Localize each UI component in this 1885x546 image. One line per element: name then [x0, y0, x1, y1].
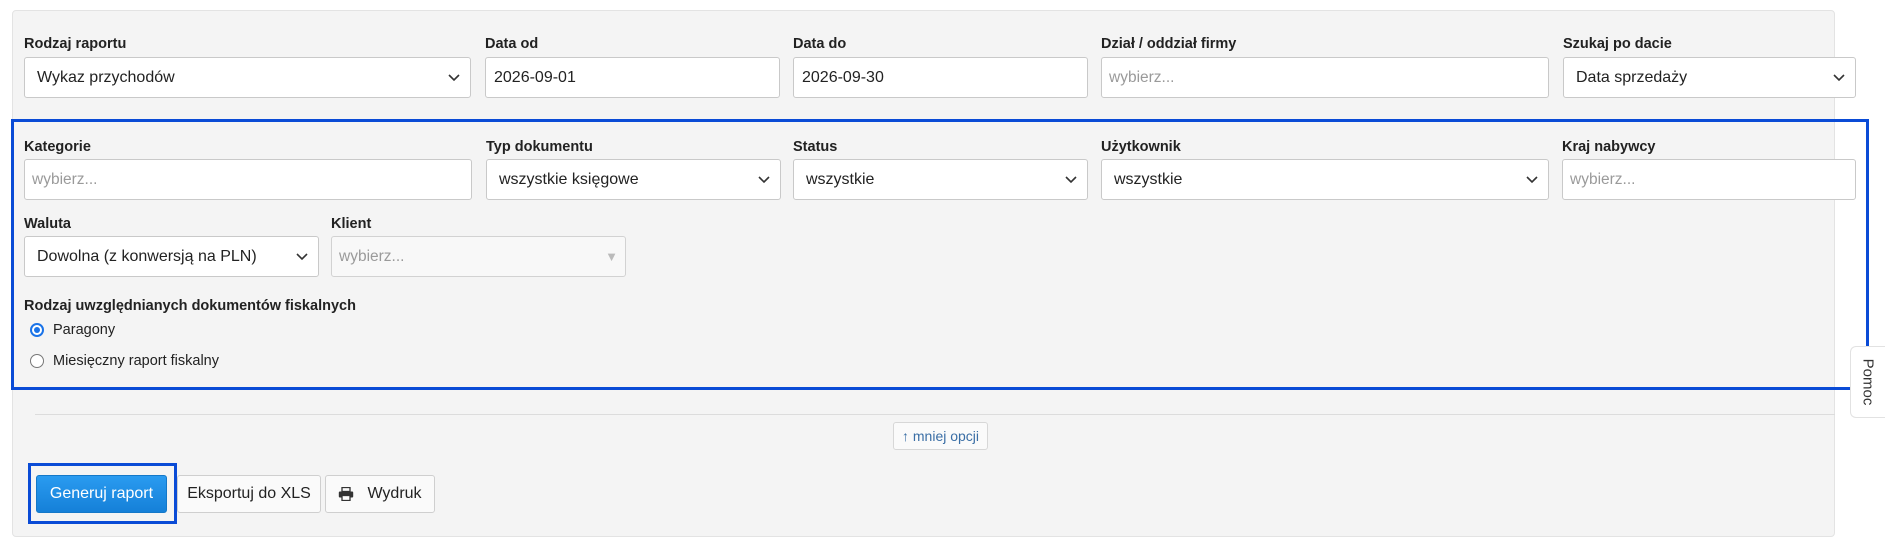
- buyer-country-input[interactable]: wybierz...: [1562, 159, 1856, 200]
- status-select[interactable]: wszystkie: [793, 159, 1088, 200]
- chevron-down-icon: [1526, 160, 1538, 199]
- buyer-country-label: Kraj nabywcy: [1562, 139, 1656, 155]
- client-placeholder: wybierz...: [339, 248, 405, 265]
- currency-value: Dowolna (z konwersją na PLN): [37, 248, 257, 265]
- report-type-label: Rodzaj raportu: [24, 36, 127, 52]
- currency-select[interactable]: Dowolna (z konwersją na PLN): [24, 236, 319, 277]
- client-input[interactable]: wybierz... ▼: [331, 236, 626, 277]
- print-button-label: Wydruk: [367, 485, 422, 502]
- search-by-date-select[interactable]: Data sprzedaży: [1563, 57, 1856, 98]
- chevron-down-icon: [296, 237, 308, 276]
- radio-monthly-fiscal-report[interactable]: Miesięczny raport fiskalny: [30, 353, 219, 369]
- user-value: wszystkie: [1114, 171, 1183, 188]
- chevron-down-icon: [448, 58, 460, 97]
- document-type-select[interactable]: wszystkie księgowe: [486, 159, 781, 200]
- chevron-down-icon: [1833, 58, 1845, 97]
- radio-monthly-fiscal-report-label: Miesięczny raport fiskalny: [53, 353, 219, 369]
- radio-receipts-label: Paragony: [53, 322, 116, 338]
- department-input[interactable]: wybierz...: [1101, 57, 1549, 98]
- date-from-label: Data od: [485, 36, 539, 52]
- date-to-input[interactable]: 2026-09-30: [793, 57, 1088, 98]
- status-value: wszystkie: [806, 171, 875, 188]
- user-label: Użytkownik: [1101, 139, 1181, 155]
- divider: [35, 414, 1835, 415]
- categories-label: Kategorie: [24, 139, 91, 155]
- generate-report-button[interactable]: Generuj raport: [36, 475, 167, 513]
- user-select[interactable]: wszystkie: [1101, 159, 1549, 200]
- client-label: Klient: [331, 216, 372, 232]
- report-type-value: Wykaz przychodów: [37, 69, 175, 86]
- radio-button-checked[interactable]: [30, 323, 44, 337]
- document-type-label: Typ dokumentu: [486, 139, 593, 155]
- search-by-date-value: Data sprzedaży: [1576, 69, 1688, 86]
- triangle-down-icon: ▼: [605, 249, 618, 264]
- print-button[interactable]: Wydruk: [325, 475, 435, 513]
- currency-label: Waluta: [24, 216, 71, 232]
- date-to-label: Data do: [793, 36, 847, 52]
- radio-button-unchecked[interactable]: [30, 354, 44, 368]
- categories-input[interactable]: wybierz...: [24, 159, 472, 200]
- less-options-button[interactable]: ↑ mniej opcji: [893, 422, 989, 450]
- document-type-value: wszystkie księgowe: [499, 171, 639, 188]
- fiscal-documents-label: Rodzaj uwzględnianych dokumentów fiskaln…: [24, 298, 356, 314]
- export-xls-button[interactable]: Eksportuj do XLS: [177, 475, 321, 513]
- status-label: Status: [793, 139, 838, 155]
- chevron-down-icon: [1065, 160, 1077, 199]
- department-label: Dział / oddział firmy: [1101, 36, 1237, 52]
- search-by-date-label: Szukaj po dacie: [1563, 36, 1672, 52]
- report-type-select[interactable]: Wykaz przychodów: [24, 57, 471, 98]
- chevron-down-icon: [758, 160, 770, 199]
- printer-icon: [338, 487, 354, 501]
- radio-receipts[interactable]: Paragony: [30, 322, 115, 338]
- date-from-input[interactable]: 2026-09-01: [485, 57, 780, 98]
- help-side-tab[interactable]: Pomoc: [1850, 346, 1885, 418]
- help-side-tab-label: Pomoc: [1859, 358, 1877, 406]
